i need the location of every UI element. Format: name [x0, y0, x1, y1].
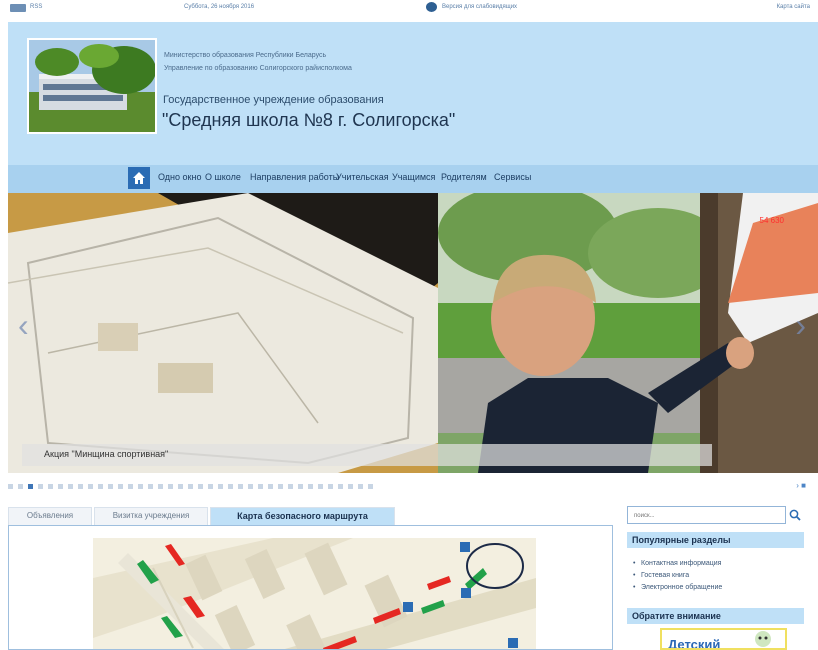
pager-dot[interactable] — [238, 484, 243, 489]
pager-dot[interactable] — [198, 484, 203, 489]
search-box — [627, 506, 804, 524]
slide-caption: Акция "Минщина спортивная" — [22, 444, 712, 466]
tab-panel — [8, 525, 613, 650]
sitemap-link[interactable]: Карта сайта — [777, 4, 810, 10]
pager-dot[interactable] — [368, 484, 373, 489]
search-icon — [789, 509, 801, 521]
pager-dot[interactable] — [248, 484, 253, 489]
pager-dot[interactable] — [18, 484, 23, 489]
slide-caption-text[interactable]: Акция "Минщина спортивная" — [44, 449, 168, 459]
eye-icon[interactable] — [426, 2, 437, 12]
pager-dot[interactable] — [348, 484, 353, 489]
pager-dot[interactable] — [38, 484, 43, 489]
home-button[interactable] — [128, 167, 150, 189]
tab-announcements[interactable]: Объявления — [8, 507, 92, 525]
pager-dot[interactable] — [108, 484, 113, 489]
main-nav: Одно окно О школе Направления работы Учи… — [8, 165, 818, 193]
pager-dot[interactable] — [288, 484, 293, 489]
pager-dot[interactable] — [88, 484, 93, 489]
pager-dot[interactable] — [188, 484, 193, 489]
search-input[interactable] — [632, 509, 790, 523]
chevron-left-icon[interactable]: ‹ — [18, 309, 29, 341]
pager-dot[interactable] — [308, 484, 313, 489]
pager-dot[interactable] — [178, 484, 183, 489]
kids-banner[interactable]: Детский — [660, 628, 787, 650]
pager-dot[interactable] — [128, 484, 133, 489]
cartoon-icon — [755, 631, 771, 647]
pager-dot[interactable] — [218, 484, 223, 489]
popular-link-e-appeal[interactable]: Электронное обращение — [633, 584, 722, 591]
pager-dot[interactable] — [78, 484, 83, 489]
rss-icon[interactable] — [10, 4, 26, 12]
nav-item-directions[interactable]: Направления работы — [250, 172, 339, 182]
pager-dot[interactable] — [138, 484, 143, 489]
pager-dot[interactable] — [228, 484, 233, 489]
site-header: Министерство образования Республики Бела… — [8, 22, 818, 165]
pager-dot[interactable] — [48, 484, 53, 489]
banner-text: Детский — [668, 637, 721, 650]
slider-pager — [8, 484, 378, 490]
tab-safe-route-map[interactable]: Карта безопасного маршрута — [210, 507, 395, 525]
pager-dot[interactable] — [268, 484, 273, 489]
home-icon — [133, 172, 145, 184]
slide-image — [8, 193, 818, 473]
school-logo[interactable] — [27, 38, 157, 134]
pager-controls[interactable]: › ■ — [796, 481, 806, 490]
pager-dot[interactable] — [338, 484, 343, 489]
content-tabs: Объявления Визитка учреждения Карта безо… — [8, 503, 613, 525]
chevron-right-icon[interactable]: › — [795, 309, 806, 341]
pager-dot[interactable] — [98, 484, 103, 489]
institution-type: Государственное учреждение образования — [163, 94, 384, 106]
rss-link[interactable]: RSS — [30, 4, 42, 10]
current-date: Суббота, 26 ноября 2016 — [184, 4, 255, 10]
nav-item-services[interactable]: Сервисы — [494, 172, 531, 182]
low-vision-link[interactable]: Версия для слабовидящих — [442, 4, 517, 10]
safe-route-map[interactable] — [93, 538, 536, 649]
nav-item-teachers[interactable]: Учительская — [336, 172, 389, 182]
popular-sections-title: Популярные разделы — [627, 532, 804, 548]
pager-dot[interactable] — [328, 484, 333, 489]
ministry-text: Министерство образования Республики Бела… — [164, 52, 327, 59]
photo-counter: 54 630 — [759, 216, 784, 225]
pager-dot[interactable] — [68, 484, 73, 489]
search-button[interactable] — [785, 506, 804, 524]
pager-dot[interactable] — [358, 484, 363, 489]
pager-dot[interactable] — [208, 484, 213, 489]
photo-slider[interactable]: ‹ › 54 630 Акция "Минщина спортивная" — [8, 193, 818, 473]
nav-item-students[interactable]: Учащимся — [392, 172, 435, 182]
nav-item-parents[interactable]: Родителям — [441, 172, 487, 182]
pager-dot[interactable] — [8, 484, 13, 489]
nav-item-one-window[interactable]: Одно окно — [158, 172, 201, 182]
department-text: Управление по образованию Солигорского р… — [164, 65, 352, 72]
attention-title: Обратите внимание — [627, 608, 804, 624]
pager-dot[interactable] — [168, 484, 173, 489]
pager-dot[interactable] — [118, 484, 123, 489]
top-bar: RSS Суббота, 26 ноября 2016 Версия для с… — [0, 0, 818, 22]
pager-dot[interactable] — [278, 484, 283, 489]
pager-dot[interactable] — [158, 484, 163, 489]
pager-dot[interactable] — [298, 484, 303, 489]
nav-item-about[interactable]: О школе — [205, 172, 241, 182]
pager-dot[interactable] — [148, 484, 153, 489]
pager-dot[interactable] — [258, 484, 263, 489]
popular-link-guestbook[interactable]: Гостевая книга — [633, 572, 689, 579]
pager-dot[interactable] — [318, 484, 323, 489]
popular-link-contacts[interactable]: Контактная информация — [633, 560, 721, 567]
school-name: "Средняя школа №8 г. Солигорска" — [162, 110, 456, 130]
pager-dot-active[interactable] — [28, 484, 33, 489]
route-map-image — [93, 538, 536, 649]
tab-business-card[interactable]: Визитка учреждения — [94, 507, 208, 525]
pager-dot[interactable] — [58, 484, 63, 489]
